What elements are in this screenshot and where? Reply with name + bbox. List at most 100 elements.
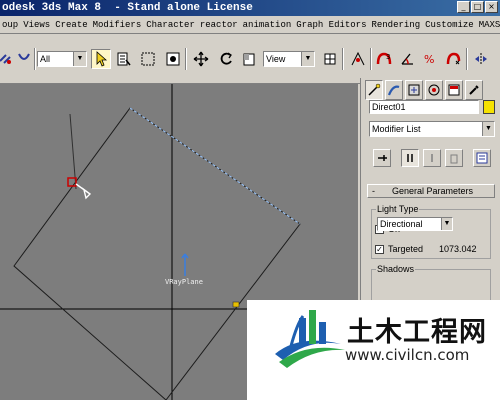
watermark-site-name: 土木工程网 bbox=[347, 317, 487, 348]
configure-modifier-sets-button[interactable] bbox=[473, 149, 491, 167]
mirror-button[interactable] bbox=[471, 49, 491, 69]
remove-modifier-button[interactable] bbox=[445, 149, 463, 167]
menu-bar: oup Views Create Modifiers Character rea… bbox=[0, 16, 500, 34]
hierarchy-icon bbox=[408, 84, 420, 96]
modify-icon bbox=[387, 85, 400, 96]
angle-snap-icon bbox=[401, 53, 413, 65]
pin-icon bbox=[378, 155, 387, 161]
configure-icon bbox=[476, 152, 488, 164]
main-toolbar: All ▼ View ▼ 3 % bbox=[0, 34, 500, 84]
menu-rendering[interactable]: Rendering bbox=[369, 20, 423, 30]
modify-tab[interactable] bbox=[385, 80, 403, 100]
create-tab[interactable] bbox=[365, 80, 383, 100]
svg-text:%: % bbox=[424, 53, 434, 66]
watermark-url: www.civilcn.com bbox=[345, 346, 470, 364]
menu-customize[interactable]: Customize bbox=[423, 20, 477, 30]
minimize-button[interactable]: _ bbox=[457, 1, 470, 13]
targeted-label: Targeted bbox=[388, 244, 424, 254]
crossing-icon bbox=[166, 52, 180, 66]
menu-group[interactable]: oup bbox=[0, 20, 21, 30]
utilities-tab[interactable] bbox=[465, 80, 483, 100]
menu-maxscript[interactable]: MAXScript bbox=[477, 20, 500, 30]
pivot-icon bbox=[324, 53, 336, 65]
light-gizmo-icon[interactable] bbox=[75, 183, 92, 200]
target-distance-value: 1073.042 bbox=[439, 244, 477, 254]
menu-character[interactable]: Character bbox=[144, 20, 198, 30]
percent-snap-icon: % bbox=[424, 53, 434, 66]
menu-animation[interactable]: animation bbox=[241, 20, 295, 30]
move-icon bbox=[193, 51, 209, 67]
make-unique-button[interactable] bbox=[423, 149, 441, 167]
scale-button[interactable] bbox=[240, 49, 260, 69]
menu-graph-editors[interactable]: Graph Editors bbox=[294, 20, 369, 30]
spinner-snap-button[interactable] bbox=[443, 49, 463, 69]
object-color-swatch[interactable] bbox=[483, 100, 495, 114]
reference-coord-value: View bbox=[266, 54, 286, 64]
object-label: VRayPlane bbox=[165, 278, 203, 286]
hierarchy-tab[interactable] bbox=[405, 80, 423, 100]
menu-views[interactable]: Views bbox=[21, 20, 53, 30]
chevron-down-icon: ▼ bbox=[73, 52, 86, 66]
toolbar-separator bbox=[370, 48, 372, 70]
rectangle-selection-icon bbox=[141, 52, 155, 66]
display-icon bbox=[448, 84, 460, 96]
toolbar-separator bbox=[466, 48, 468, 70]
toolbar-separator bbox=[185, 48, 187, 70]
select-manipulate-button[interactable] bbox=[348, 49, 368, 69]
reference-coord-dropdown[interactable]: View ▼ bbox=[263, 51, 315, 67]
chevron-down-icon: ▼ bbox=[301, 52, 314, 66]
light-type-dropdown[interactable]: Directional ▼ bbox=[377, 217, 453, 231]
toolbar-separator bbox=[34, 48, 36, 70]
rotate-button[interactable] bbox=[216, 49, 236, 69]
shadows-group-label: Shadows bbox=[376, 264, 416, 274]
snap-icon: 3 bbox=[376, 52, 392, 65]
selection-filter-dropdown[interactable]: All ▼ bbox=[37, 51, 87, 67]
make-unique-icon bbox=[431, 154, 433, 162]
snap-toggle-button[interactable]: 3 bbox=[374, 49, 394, 69]
scale-icon bbox=[243, 53, 255, 66]
menu-modifiers[interactable]: Modifiers bbox=[91, 20, 145, 30]
plane-corner-marker bbox=[232, 301, 240, 308]
modifier-stack-controls bbox=[367, 147, 497, 169]
show-end-result-button[interactable] bbox=[401, 149, 419, 167]
light-type-value: Directional bbox=[380, 219, 423, 229]
bind-space-warp-icon[interactable] bbox=[14, 49, 34, 69]
rollout-header[interactable]: - General Parameters bbox=[367, 184, 495, 198]
selection-filter-value: All bbox=[40, 54, 51, 64]
title-bar: odesk 3ds Max 8 - Stand alone License _ … bbox=[0, 0, 500, 16]
cursor-icon bbox=[96, 51, 108, 67]
toolbar-separator bbox=[342, 48, 344, 70]
end-result-icon bbox=[407, 154, 413, 162]
modifier-list-dropdown[interactable]: Modifier List ▼ bbox=[369, 121, 495, 137]
motion-tab[interactable] bbox=[425, 80, 443, 100]
manipulate-icon bbox=[351, 51, 365, 66]
motion-icon bbox=[428, 84, 440, 96]
trash-icon bbox=[450, 154, 458, 164]
percent-snap-button[interactable]: % bbox=[420, 49, 440, 69]
collapse-icon: - bbox=[372, 186, 375, 196]
close-button[interactable]: × bbox=[485, 1, 498, 13]
window-crossing-button[interactable] bbox=[163, 49, 183, 69]
targeted-checkbox[interactable]: ✓ bbox=[375, 245, 384, 254]
light-type-group-label: Light Type bbox=[376, 204, 420, 214]
rectangular-selection-button[interactable] bbox=[138, 49, 158, 69]
select-by-name-button[interactable] bbox=[114, 49, 134, 69]
chevron-down-icon: ▼ bbox=[441, 218, 452, 230]
object-name-field[interactable]: Direct01 bbox=[369, 100, 479, 114]
spinner-snap-icon bbox=[446, 52, 461, 65]
plane-gizmo-icon[interactable] bbox=[181, 253, 189, 276]
move-button[interactable] bbox=[191, 49, 211, 69]
modifier-list-label: Modifier List bbox=[372, 124, 421, 134]
pin-stack-button[interactable] bbox=[373, 149, 391, 167]
rotate-icon bbox=[220, 52, 232, 65]
maximize-button[interactable]: □ bbox=[471, 1, 484, 13]
svg-text:3: 3 bbox=[386, 53, 390, 61]
watermark-overlay: 土木工程网 www.civilcn.com bbox=[247, 300, 500, 400]
create-icon bbox=[368, 83, 381, 96]
angle-snap-button[interactable] bbox=[398, 49, 418, 69]
select-object-button[interactable] bbox=[91, 49, 111, 69]
menu-create[interactable]: Create bbox=[53, 20, 90, 30]
pivot-center-button[interactable] bbox=[320, 49, 340, 69]
display-tab[interactable] bbox=[445, 80, 463, 100]
menu-reactor[interactable]: reactor bbox=[198, 20, 241, 30]
